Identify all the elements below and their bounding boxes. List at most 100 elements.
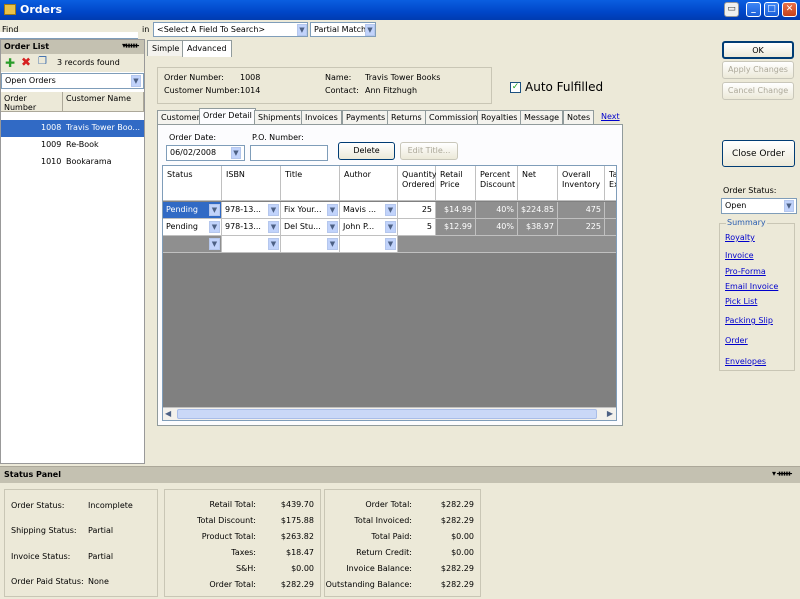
column-status[interactable]: Status (163, 166, 222, 201)
dropdown-arrow-icon[interactable]: ▼ (327, 238, 338, 250)
order-info-box: Order Number: 1008 Customer Number: 1014… (157, 67, 492, 104)
cell-author[interactable]: John P... ▼ (340, 219, 398, 236)
delete-button[interactable]: Delete (338, 142, 395, 160)
column-overall-inventory[interactable]: Overall Inventory (558, 166, 605, 201)
field-select[interactable]: <Select A Field To Search> (153, 22, 308, 37)
new-row-status[interactable]: ▼ (163, 236, 222, 253)
minimize-button[interactable]: _ (746, 2, 761, 17)
edit-title-button[interactable]: Edit Title... (400, 142, 458, 160)
column-author[interactable]: Author (340, 166, 398, 201)
tab-advanced[interactable]: Advanced (182, 40, 232, 57)
po-number-input[interactable] (250, 145, 328, 161)
close-button[interactable]: ✕ (782, 2, 797, 17)
dropdown-arrow-icon[interactable]: ▼ (209, 204, 220, 216)
order-list-row[interactable]: 1009 Re-Book (1, 137, 144, 154)
order-status-arrow-icon[interactable]: ▼ (784, 200, 794, 212)
apply-changes-button[interactable]: Apply Changes (722, 61, 794, 79)
next-tab-link[interactable]: Next (601, 112, 620, 121)
dropdown-arrow-icon[interactable]: ▼ (385, 204, 396, 216)
new-row-title[interactable]: ▼ (281, 236, 340, 253)
invoice-link[interactable]: Invoice (725, 251, 754, 260)
shipping-status-label: Shipping Status: (11, 526, 77, 535)
ok-button[interactable]: OK (722, 41, 794, 59)
cell-status[interactable]: Pending ▼ (163, 219, 222, 236)
pin-icon[interactable]: ᚔ (124, 41, 139, 50)
horizontal-scrollbar[interactable]: ◀ ▶ (163, 407, 616, 420)
tab-simple[interactable]: Simple (147, 40, 185, 56)
tab-shipments[interactable]: Shipments (254, 110, 305, 125)
paid-status-value: None (88, 577, 109, 586)
dropdown-arrow-icon[interactable]: ▼ (268, 238, 279, 250)
dropdown-arrow-icon[interactable]: ▼ (385, 221, 396, 233)
add-order-icon[interactable]: ✚ (5, 56, 15, 70)
tab-royalties[interactable]: Royalties (477, 110, 522, 125)
new-row-author[interactable]: ▼ (340, 236, 398, 253)
dropdown-arrow-icon[interactable]: ▼ (209, 221, 220, 233)
cell-percent-discount: 40% (476, 219, 518, 236)
column-net[interactable]: Net (518, 166, 558, 201)
cell-quantity[interactable]: 25 (398, 202, 436, 219)
dropdown-arrow-icon[interactable]: ▼ (209, 238, 220, 250)
tab-invoices[interactable]: Invoices (301, 110, 342, 125)
pick-list-link[interactable]: Pick List (725, 297, 757, 306)
tab-customer[interactable]: Customer (157, 110, 204, 125)
packing-slip-link[interactable]: Packing Slip (725, 316, 773, 325)
tab-message[interactable]: Message (520, 110, 564, 125)
maximize-button[interactable]: □ (764, 2, 779, 17)
scroll-left-icon[interactable]: ◀ (165, 409, 171, 418)
order-filter-select[interactable]: Open Orders (1, 73, 144, 89)
cell-title[interactable]: Del Stu... ▼ (281, 219, 340, 236)
order-filter-value: Open Orders (5, 76, 56, 85)
field-select-arrow-icon[interactable]: ▼ (297, 24, 307, 36)
auto-fulfilled-checkbox[interactable]: ✓ (510, 82, 521, 93)
pin-icon[interactable]: ᚔ (777, 469, 792, 478)
restore-extra-icon[interactable]: ▭ (724, 2, 739, 17)
column-title[interactable]: Title (281, 166, 340, 201)
column-retail-price[interactable]: Retail Price (436, 166, 476, 201)
cell-author[interactable]: Mavis ... ▼ (340, 202, 398, 219)
dropdown-arrow-icon[interactable]: ▼ (327, 204, 338, 216)
match-select-arrow-icon[interactable]: ▼ (365, 24, 375, 36)
new-row-isbn[interactable]: ▼ (222, 236, 281, 253)
order-filter-arrow-icon[interactable]: ▼ (131, 75, 141, 87)
column-customer-name[interactable]: Customer Name (63, 92, 144, 112)
dropdown-arrow-icon[interactable]: ▼ (385, 238, 396, 250)
tab-returns[interactable]: Returns (387, 110, 426, 125)
cell-status[interactable]: Pending ▼ (163, 202, 222, 219)
copy-order-icon[interactable]: ❐ (38, 56, 47, 67)
tab-commission[interactable]: Commission (425, 110, 482, 125)
close-order-button[interactable]: Close Order (722, 140, 795, 167)
column-percent-discount[interactable]: Percent Discount (476, 166, 518, 201)
total-invoiced-value: $282.29 (440, 516, 474, 525)
order-list-row[interactable]: 1008 Travis Tower Boo... (1, 120, 144, 137)
dropdown-arrow-icon[interactable]: ▼ (268, 204, 279, 216)
cell-isbn[interactable]: 978-13... ▼ (222, 202, 281, 219)
cell-title[interactable]: Fix Your... ▼ (281, 202, 340, 219)
order-link[interactable]: Order (725, 336, 748, 345)
find-input[interactable] (0, 32, 138, 39)
column-quantity[interactable]: Quantity Ordered (398, 166, 437, 201)
dropdown-arrow-icon[interactable]: ▼ (327, 221, 338, 233)
column-isbn[interactable]: ISBN (222, 166, 281, 201)
order-list-row[interactable]: 1010 Bookarama (1, 154, 144, 171)
column-order-number[interactable]: Order Number (1, 92, 63, 112)
cell-quantity[interactable]: 5 (398, 219, 436, 236)
cell-isbn[interactable]: 978-13... ▼ (222, 219, 281, 236)
po-number-label: P.O. Number: (252, 133, 304, 142)
tab-payments[interactable]: Payments (342, 110, 390, 125)
scroll-right-icon[interactable]: ▶ (607, 409, 613, 418)
royalty-link[interactable]: Royalty (725, 233, 755, 242)
tab-notes[interactable]: Notes (563, 110, 595, 125)
delete-order-icon[interactable]: ✖ (21, 55, 31, 69)
title-value: Fix Your... (284, 205, 322, 214)
dropdown-icon[interactable]: ▾ (772, 469, 776, 478)
envelopes-link[interactable]: Envelopes (725, 357, 766, 366)
status-value: Pending (166, 205, 198, 214)
dropdown-arrow-icon[interactable]: ▼ (268, 221, 279, 233)
date-picker-arrow-icon[interactable]: ▼ (231, 147, 241, 159)
email-invoice-link[interactable]: Email Invoice (725, 282, 778, 291)
scroll-thumb[interactable] (177, 409, 597, 419)
cancel-change-button[interactable]: Cancel Change (722, 82, 794, 100)
column-tax-exempt[interactable]: Ta Ex (605, 166, 616, 201)
pro-forma-link[interactable]: Pro-Forma (725, 267, 766, 276)
